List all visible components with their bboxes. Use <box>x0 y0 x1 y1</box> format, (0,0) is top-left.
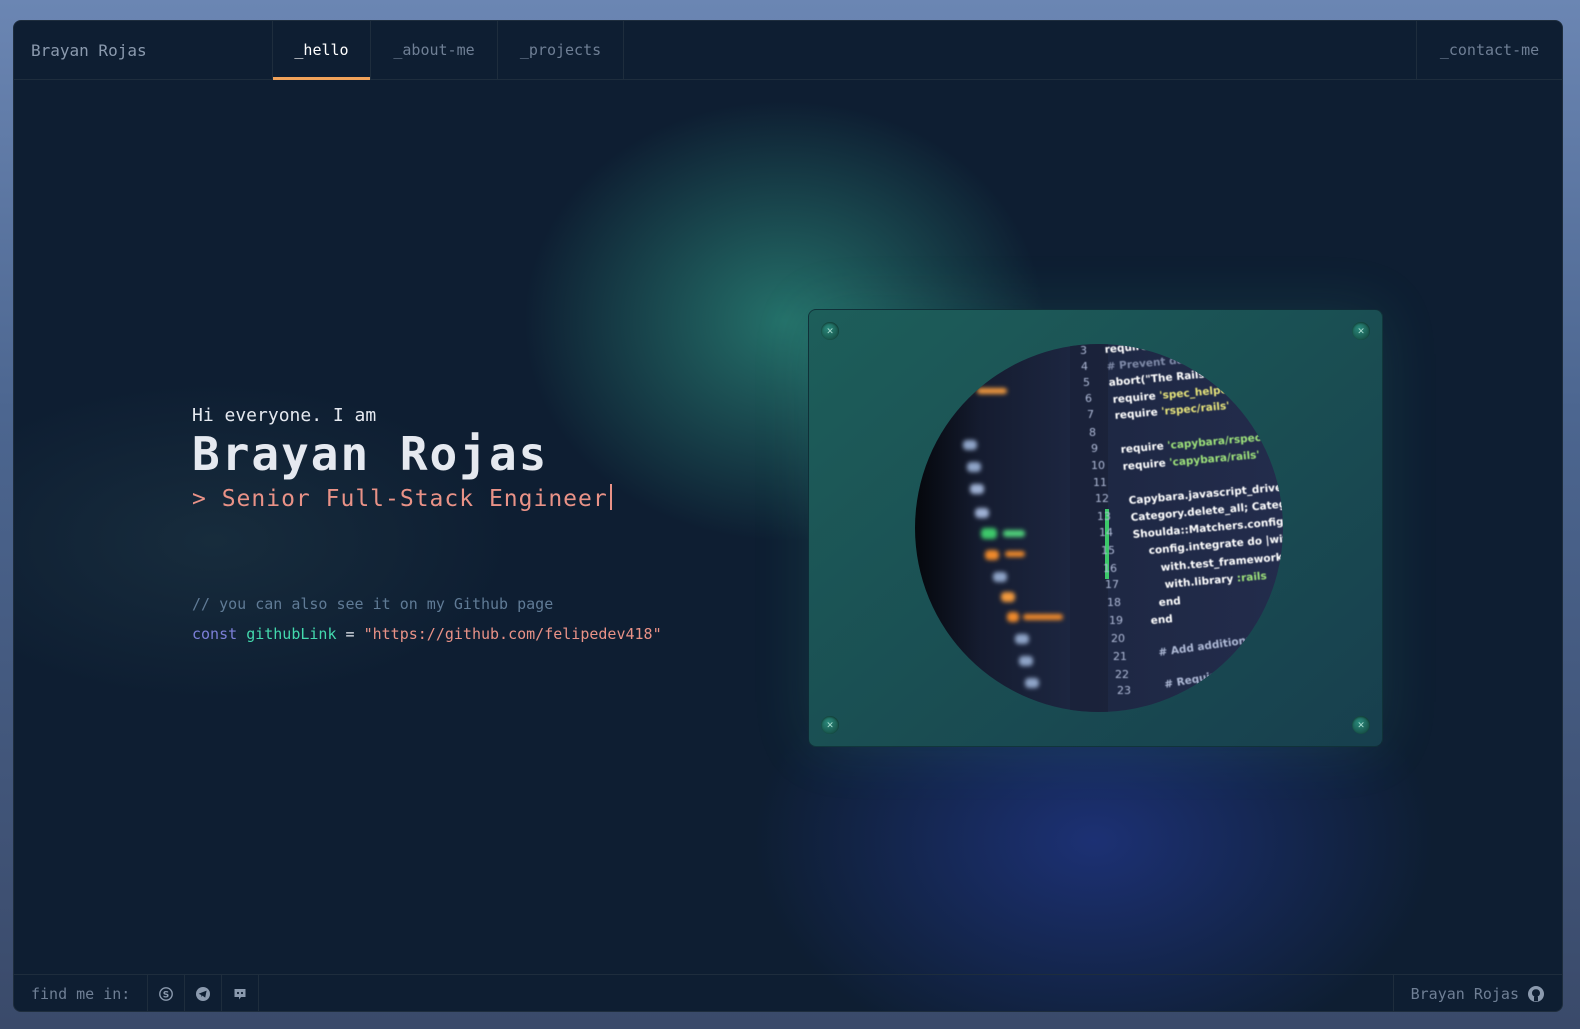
svg-text:19: 19 <box>1109 614 1123 627</box>
svg-text:13: 13 <box>1097 510 1111 523</box>
svg-text:11: 11 <box>1093 476 1107 489</box>
svg-text:3: 3 <box>1080 344 1087 357</box>
tab-about-me-label: _about-me <box>393 41 475 59</box>
hero-name: Brayan Rojas <box>192 427 549 481</box>
app-window: Brayan Rojas _hello _about-me _projects … <box>13 20 1563 1012</box>
greeting-text: Hi everyone. I am <box>192 405 377 426</box>
github-profile-link[interactable]: Brayan Rojas <box>1392 975 1562 1011</box>
tab-about-me[interactable]: _about-me <box>370 21 497 79</box>
svg-text:21: 21 <box>1113 650 1127 663</box>
find-me-label: find me in: <box>14 975 149 1011</box>
github-username: Brayan Rojas <box>1410 984 1519 1003</box>
close-icon: ✕ <box>1352 716 1370 734</box>
svg-text:16: 16 <box>1103 562 1117 575</box>
svg-text:end: end <box>1158 595 1181 609</box>
svg-text:8: 8 <box>1089 426 1096 439</box>
navbar: Brayan Rojas _hello _about-me _projects … <box>14 21 1562 80</box>
svg-text:9: 9 <box>1091 442 1098 455</box>
discord-icon <box>234 988 246 999</box>
code-variable: githubLink <box>246 625 337 643</box>
svg-text:14: 14 <box>1099 526 1113 539</box>
tab-projects-label: _projects <box>519 41 602 59</box>
svg-text:5: 5 <box>1083 376 1090 389</box>
svg-text:15: 15 <box>1101 544 1115 557</box>
skype-icon: S <box>159 986 174 1001</box>
hero-section: Hi everyone. I am Brayan Rojas > Senior … <box>192 405 612 512</box>
code-operator: = <box>345 625 355 643</box>
hero-role: > Senior Full-Stack Engineer <box>192 484 612 512</box>
discord-link[interactable] <box>222 975 260 1011</box>
telegram-link[interactable] <box>185 975 223 1011</box>
svg-text:4: 4 <box>1081 360 1088 373</box>
svg-text:S: S <box>163 990 169 1000</box>
code-keyword: const <box>192 625 238 643</box>
typing-cursor <box>609 484 612 510</box>
svg-text:22: 22 <box>1115 668 1129 681</box>
image-card: ✕ ✕ ✕ ✕ 3 4 5 6 7 8 9 10 11 12 13 14 15 … <box>808 309 1383 747</box>
svg-text:17: 17 <box>1105 578 1119 591</box>
code-line: const githubLink = "https://github.com/f… <box>192 625 662 643</box>
telegram-icon <box>196 986 211 1001</box>
close-icon: ✕ <box>821 322 839 340</box>
github-link[interactable]: "https://github.com/felipedev418" <box>364 625 662 643</box>
navbar-spacer <box>624 21 1416 79</box>
svg-text:23: 23 <box>1117 684 1131 697</box>
close-icon: ✕ <box>821 716 839 734</box>
hero-role-text: > Senior Full-Stack Engineer <box>192 486 608 512</box>
tab-contact-me[interactable]: _contact-me <box>1416 21 1562 79</box>
svg-text:12: 12 <box>1095 492 1109 505</box>
svg-text:end: end <box>1150 613 1173 627</box>
code-snippet: // you can also see it on my Github page… <box>192 595 662 643</box>
svg-text:10: 10 <box>1091 459 1105 472</box>
svg-text:20: 20 <box>1111 632 1125 645</box>
code-editor-illustration: 3 4 5 6 7 8 9 10 11 12 13 14 15 16 17 18 19 20 21 22 2… <box>915 344 1283 712</box>
svg-text:6: 6 <box>1085 392 1092 405</box>
tab-hello-label: _hello <box>294 41 349 59</box>
site-brand: Brayan Rojas <box>31 40 147 60</box>
tab-projects[interactable]: _projects <box>497 21 624 79</box>
svg-text:7: 7 <box>1087 408 1094 421</box>
code-comment: // you can also see it on my Github page <box>192 595 554 613</box>
tab-hello[interactable]: _hello <box>272 21 370 80</box>
footer-spacer <box>259 975 1392 1011</box>
code-editor-photo: 3 4 5 6 7 8 9 10 11 12 13 14 15 16 17 18 19 20 21 22 2… <box>915 344 1283 712</box>
footer: find me in: S Brayan Rojas <box>14 974 1562 1011</box>
tab-contact-me-label: _contact-me <box>1439 41 1540 59</box>
skype-link[interactable]: S <box>148 975 186 1011</box>
svg-text:18: 18 <box>1107 596 1121 609</box>
github-icon <box>1528 985 1544 1002</box>
close-icon: ✕ <box>1352 322 1370 340</box>
